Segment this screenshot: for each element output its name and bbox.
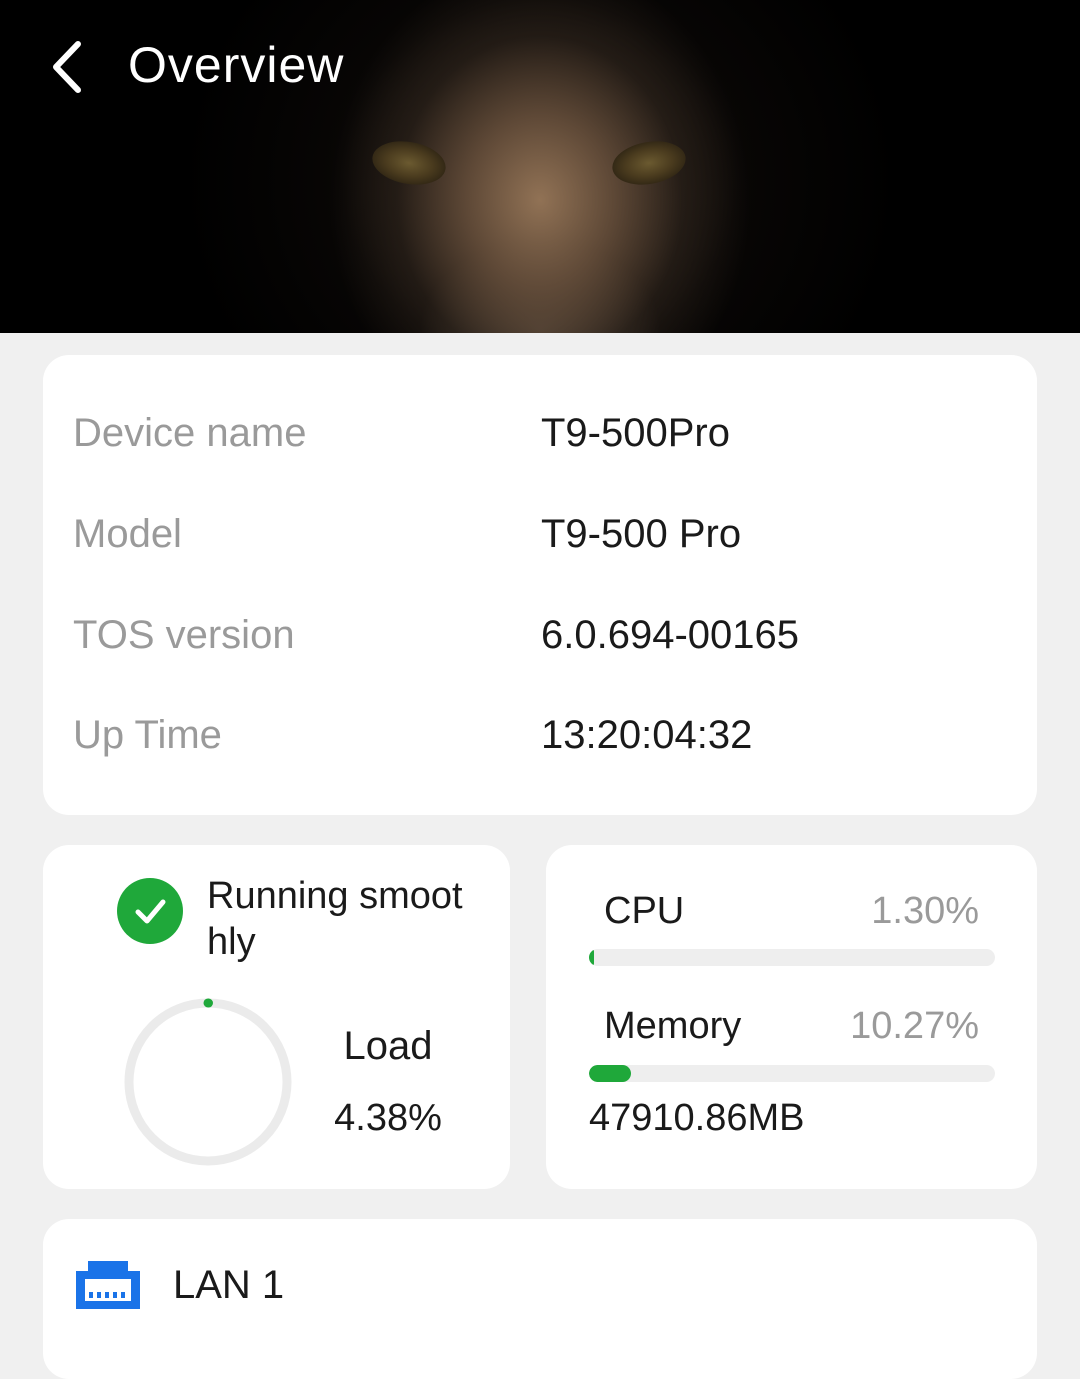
cpu-value: 1.30% xyxy=(871,890,979,932)
header-banner: Overview xyxy=(0,0,1080,333)
lan-label: LAN 1 xyxy=(173,1263,285,1307)
uptime-value: 13:20:04:32 xyxy=(541,713,753,757)
ethernet-port-icon xyxy=(76,1261,140,1309)
memory-value: 10.27% xyxy=(850,1005,979,1047)
load-label: Load xyxy=(343,1024,433,1068)
page-title: Overview xyxy=(128,37,345,93)
model-label: Model xyxy=(73,512,182,556)
check-circle-icon xyxy=(117,878,183,944)
memory-progress-fill xyxy=(589,1065,631,1082)
load-gauge xyxy=(124,998,292,1166)
back-button[interactable] xyxy=(40,36,96,98)
device-name-label: Device name xyxy=(73,411,307,455)
uptime-row: Up Time 13:20:04:32 xyxy=(43,705,1037,765)
device-info-card: Device name T9-500Pro Model T9-500 Pro T… xyxy=(43,355,1037,815)
tos-version-row: TOS version 6.0.694-00165 xyxy=(43,605,1037,665)
model-row: Model T9-500 Pro xyxy=(43,504,1037,564)
memory-size: 47910.86MB xyxy=(589,1097,805,1139)
memory-progress-bar xyxy=(589,1065,995,1082)
lan-card[interactable]: LAN 1 xyxy=(43,1219,1037,1379)
cpu-label: CPU xyxy=(604,890,685,932)
status-text: Running smoothly xyxy=(207,875,463,963)
memory-label: Memory xyxy=(604,1005,742,1047)
cpu-progress-bar xyxy=(589,949,995,966)
right-eye-image xyxy=(608,135,690,191)
tos-version-value: 6.0.694-00165 xyxy=(541,613,800,657)
load-value: 4.38% xyxy=(334,1097,442,1139)
device-name-value: T9-500Pro xyxy=(541,411,730,455)
left-eye-image xyxy=(368,135,450,191)
resource-card: CPU 1.30% Memory 10.27% 47910.86MB xyxy=(546,845,1037,1189)
model-value: T9-500 Pro xyxy=(541,512,742,556)
uptime-label: Up Time xyxy=(73,713,222,757)
status-card: Running smoothly Load 4.38% xyxy=(43,845,510,1189)
chevron-left-icon xyxy=(53,41,81,93)
tos-version-label: TOS version xyxy=(73,613,295,657)
cpu-progress-fill xyxy=(589,949,595,966)
device-name-row: Device name T9-500Pro xyxy=(43,403,1037,463)
